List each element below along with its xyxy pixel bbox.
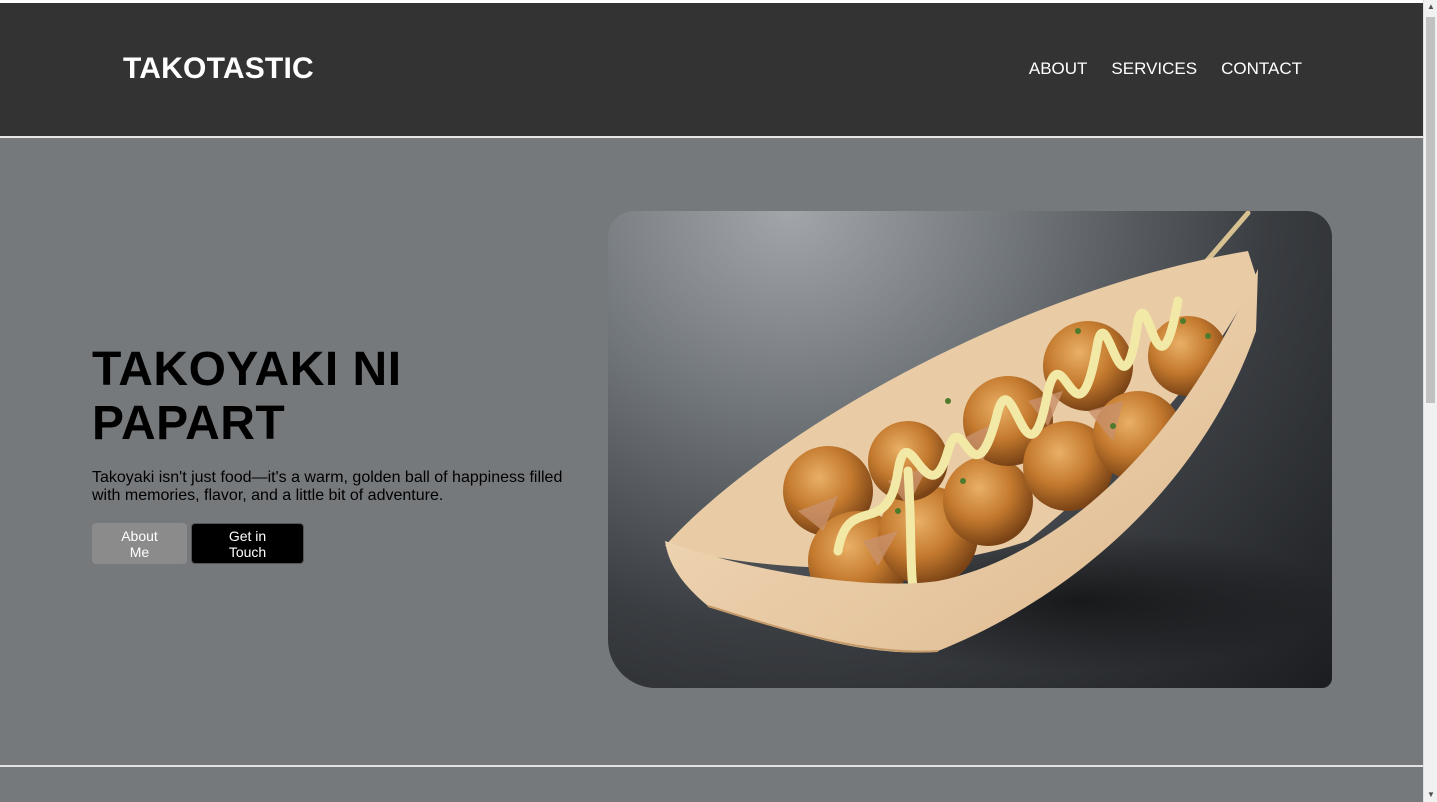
site-logo[interactable]: TAKOTASTIC — [123, 51, 314, 87]
hero-section: TAKOYAKI NI PAPART Takoyaki isn't just f… — [0, 138, 1423, 765]
browser-viewport: TAKOTASTIC ABOUT SERVICES CONTACT TAKOYA… — [0, 0, 1423, 802]
site-header: TAKOTASTIC ABOUT SERVICES CONTACT — [0, 3, 1423, 138]
page: TAKOTASTIC ABOUT SERVICES CONTACT TAKOYA… — [0, 0, 1437, 802]
about-me-button[interactable]: About Me — [92, 523, 187, 564]
hero-buttons: About Me Get in Touch — [92, 523, 304, 564]
hero-description: Takoyaki isn't just food—it's a warm, go… — [92, 469, 563, 504]
get-in-touch-button[interactable]: Get in Touch — [191, 523, 304, 564]
takoyaki-illustration — [665, 211, 1332, 671]
takoyaki-image — [608, 211, 1332, 688]
scroll-down-icon[interactable]: ▼ — [1424, 788, 1437, 802]
main-nav: ABOUT SERVICES CONTACT — [1029, 59, 1302, 79]
nav-link-about[interactable]: ABOUT — [1029, 59, 1088, 79]
nav-link-services[interactable]: SERVICES — [1111, 59, 1197, 79]
scrollbar-thumb[interactable] — [1426, 17, 1435, 403]
hero-title: TAKOYAKI NI PAPART — [92, 343, 402, 450]
vertical-scrollbar[interactable]: ▲ ▼ — [1423, 0, 1437, 802]
nav-link-contact[interactable]: CONTACT — [1221, 59, 1302, 79]
scroll-up-icon[interactable]: ▲ — [1424, 0, 1437, 14]
next-section — [0, 767, 1423, 802]
